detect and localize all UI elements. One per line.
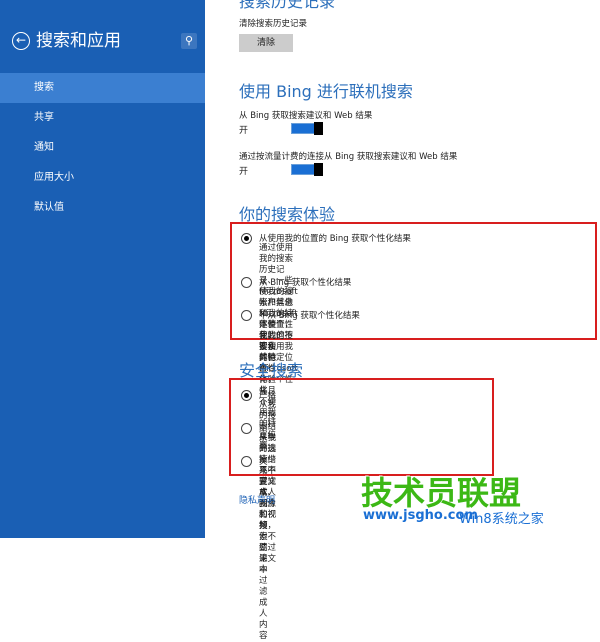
metered-connection-label: 通过按流量计费的连接从 Bing 获取搜索建议和 Web 结果: [239, 152, 458, 162]
history-section-title: 搜索历史记录: [239, 0, 336, 11]
clear-history-label: 清除搜索历史记录: [239, 19, 308, 29]
sidebar-item-defaults[interactable]: 默认值: [0, 193, 205, 223]
clear-history-button[interactable]: 清除: [239, 34, 293, 52]
sidebar-item-app-sizes[interactable]: 应用大小: [0, 163, 205, 193]
sidebar-item-share[interactable]: 共享: [0, 103, 205, 133]
sidebar-item-notifications[interactable]: 通知: [0, 133, 205, 163]
privacy-statement-link[interactable]: 隐私声明: [239, 493, 275, 506]
radio-button[interactable]: [241, 310, 252, 321]
settings-sidebar: ← 搜索和应用 ⚲ 搜索 共享 通知 应用大小 默认值: [0, 0, 205, 538]
radio-button[interactable]: [241, 456, 252, 467]
back-arrow-icon[interactable]: ←: [12, 32, 30, 50]
radio-button[interactable]: [241, 423, 252, 434]
watermark-tagline: Win8系统之家: [459, 512, 544, 527]
toggle-thumb: [314, 163, 323, 176]
search-icon[interactable]: ⚲: [181, 33, 197, 49]
sidebar-title: 搜索和应用: [36, 31, 121, 51]
bing-section-title: 使用 Bing 进行联机搜索: [239, 82, 413, 101]
bing-suggestions-label: 从 Bing 获取搜索建议和 Web 结果: [239, 111, 373, 121]
site-watermark: 技术员联盟 www.jsgho.com Win8系统之家: [359, 470, 594, 532]
bing-suggestions-toggle[interactable]: [291, 122, 323, 135]
radio-button[interactable]: [241, 277, 252, 288]
radio-button[interactable]: [241, 233, 252, 244]
sidebar-item-search[interactable]: 搜索: [0, 73, 205, 103]
sidebar-header: ← 搜索和应用 ⚲: [12, 30, 197, 56]
toggle-thumb: [314, 122, 323, 135]
metered-connection-toggle[interactable]: [291, 163, 323, 176]
bing-suggestions-state: 开: [239, 126, 249, 136]
radio-button[interactable]: [241, 390, 252, 401]
sidebar-nav: 搜索 共享 通知 应用大小 默认值: [0, 73, 205, 223]
metered-connection-state: 开: [239, 167, 249, 177]
search-settings-panel: 搜索历史记录 清除搜索历史记录 清除 使用 Bing 进行联机搜索 从 Bing…: [229, 0, 600, 641]
